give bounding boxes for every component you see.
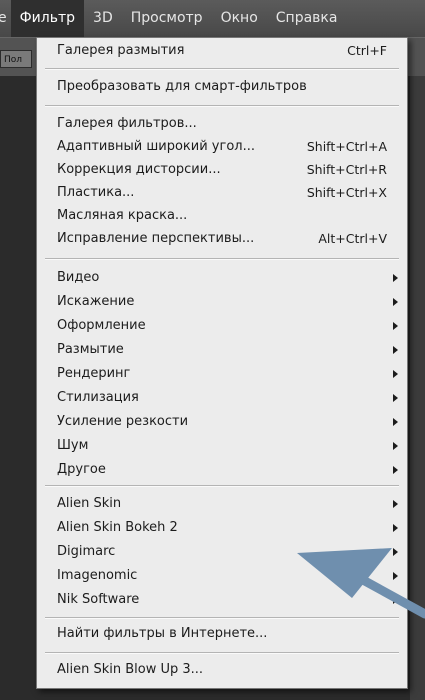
menu-help[interactable]: Справка xyxy=(267,0,347,37)
submenu-arrow-icon xyxy=(393,596,398,604)
menu-item-video[interactable]: Видео xyxy=(37,266,407,290)
menu-item-liquify[interactable]: Пластика... Shift+Ctrl+X xyxy=(37,181,407,205)
panel-edge xyxy=(410,76,425,700)
submenu-arrow-icon xyxy=(393,572,398,580)
menu-item-alien-skin-blow-up[interactable]: Alien Skin Blow Up 3... xyxy=(37,658,407,682)
menu-item-shortcut: Alt+Ctrl+V xyxy=(318,231,387,246)
submenu-arrow-icon xyxy=(393,274,398,282)
menu-item-stylize[interactable]: Стилизация xyxy=(37,386,407,410)
menu-item-filter-gallery[interactable]: Галерея фильтров... xyxy=(37,112,407,136)
menu-item-label: Видео xyxy=(57,270,100,285)
menu-edit-cut[interactable]: е xyxy=(0,0,11,37)
menu-item-label: Галерея фильтров... xyxy=(57,116,197,131)
filter-menu-dropdown: Галерея размытия Ctrl+F Преобразовать дл… xyxy=(36,37,408,689)
menu-separator xyxy=(45,68,399,70)
menu-item-label: Галерея размытия xyxy=(57,43,185,58)
menu-item-sharpen[interactable]: Усиление резкости xyxy=(37,410,407,434)
menu-item-label: Коррекция дисторсии... xyxy=(57,162,221,177)
menu-item-label: Усиление резкости xyxy=(57,414,189,429)
menu-item-label: Digimarc xyxy=(57,544,116,559)
menu-item-label: Адаптивный широкий угол... xyxy=(57,139,255,154)
submenu-arrow-icon xyxy=(393,322,398,330)
menu-item-oil-paint[interactable]: Масляная краска... xyxy=(37,204,407,228)
menu-item-label: Преобразовать для смарт-фильтров xyxy=(57,79,307,94)
menu-item-shortcut: Ctrl+F xyxy=(347,43,387,58)
menu-item-label: Alien Skin Bokeh 2 xyxy=(57,520,178,535)
submenu-arrow-icon xyxy=(393,500,398,508)
menu-separator xyxy=(45,105,399,107)
submenu-arrow-icon xyxy=(393,298,398,306)
menu-item-browse-filters-online[interactable]: Найти фильтры в Интернете... xyxy=(37,622,407,646)
menu-item-distort[interactable]: Искажение xyxy=(37,290,407,314)
menu-item-label: Искажение xyxy=(57,294,135,309)
submenu-arrow-icon xyxy=(393,418,398,426)
menu-item-shortcut: Shift+Ctrl+X xyxy=(306,185,387,200)
submenu-arrow-icon xyxy=(393,548,398,556)
menu-item-imagenomic[interactable]: Imagenomic xyxy=(37,564,407,588)
submenu-arrow-icon xyxy=(393,466,398,474)
menu-item-label: Шум xyxy=(57,438,89,453)
menu-3d[interactable]: 3D xyxy=(84,0,122,37)
app-menu-bar: е Фильтр 3D Просмотр Окно Справка xyxy=(0,0,425,37)
menu-separator xyxy=(45,485,399,487)
menu-item-blur[interactable]: Размытие xyxy=(37,338,407,362)
menu-item-vanishing-point[interactable]: Исправление перспективы... Alt+Ctrl+V xyxy=(37,227,407,251)
submenu-arrow-icon xyxy=(393,394,398,402)
menu-item-label: Стилизация xyxy=(57,390,139,405)
menu-item-lens-correction[interactable]: Коррекция дисторсии... Shift+Ctrl+R xyxy=(37,158,407,182)
options-field[interactable]: Пол xyxy=(0,50,32,68)
menu-separator xyxy=(45,652,399,654)
menu-item-convert-smart-filters[interactable]: Преобразовать для смарт-фильтров xyxy=(37,75,407,99)
menu-item-adaptive-wide-angle[interactable]: Адаптивный широкий угол... Shift+Ctrl+A xyxy=(37,135,407,159)
submenu-arrow-icon xyxy=(393,524,398,532)
menu-separator xyxy=(45,617,399,619)
menu-item-noise[interactable]: Шум xyxy=(37,434,407,458)
menu-item-render[interactable]: Рендеринг xyxy=(37,362,407,386)
menu-item-label: Размытие xyxy=(57,342,124,357)
menu-filter[interactable]: Фильтр xyxy=(10,0,85,37)
menu-view[interactable]: Просмотр xyxy=(122,0,212,37)
menu-item-label: Рендеринг xyxy=(57,366,131,381)
menu-item-nik-software[interactable]: Nik Software xyxy=(37,588,407,612)
menu-separator xyxy=(45,258,399,260)
menu-item-label: Найти фильтры в Интернете... xyxy=(57,626,268,641)
menu-item-label: Alien Skin xyxy=(57,496,122,511)
menu-item-label: Оформление xyxy=(57,318,146,333)
menu-item-label: Nik Software xyxy=(57,592,140,607)
menu-item-label: Imagenomic xyxy=(57,568,138,583)
menu-item-label: Исправление перспективы... xyxy=(57,231,255,246)
submenu-arrow-icon xyxy=(393,370,398,378)
menu-item-label: Масляная краска... xyxy=(57,208,188,223)
menu-item-shortcut: Shift+Ctrl+R xyxy=(306,162,387,177)
menu-item-label: Пластика... xyxy=(57,185,135,200)
menu-item-alien-skin-bokeh[interactable]: Alien Skin Bokeh 2 xyxy=(37,516,407,540)
menu-item-stylize-design[interactable]: Оформление xyxy=(37,314,407,338)
menu-item-other[interactable]: Другое xyxy=(37,458,407,482)
menu-item-digimarc[interactable]: Digimarc xyxy=(37,540,407,564)
menu-item-label: Alien Skin Blow Up 3... xyxy=(57,662,204,677)
menu-window[interactable]: Окно xyxy=(212,0,267,37)
menu-item-alien-skin[interactable]: Alien Skin xyxy=(37,492,407,516)
submenu-arrow-icon xyxy=(393,346,398,354)
menu-item-shortcut: Shift+Ctrl+A xyxy=(306,139,387,154)
menu-item-blur-gallery[interactable]: Галерея размытия Ctrl+F xyxy=(37,39,407,63)
menu-item-label: Другое xyxy=(57,462,106,477)
submenu-arrow-icon xyxy=(393,442,398,450)
